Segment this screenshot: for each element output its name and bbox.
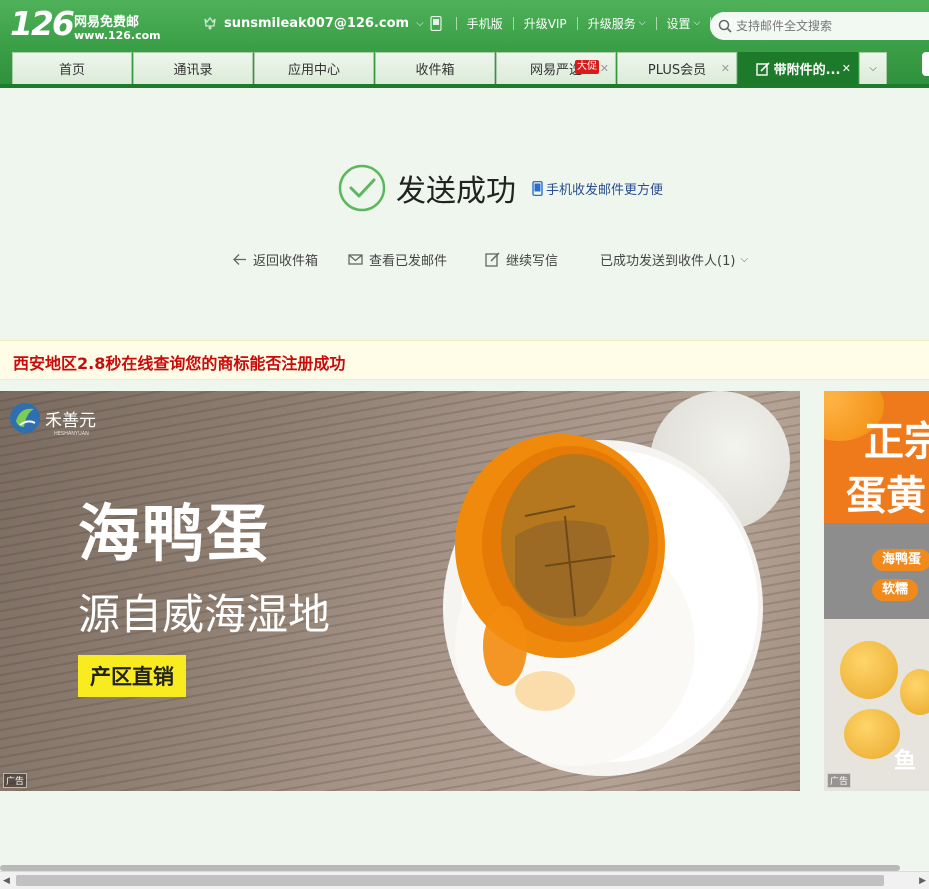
divider (576, 16, 578, 30)
close-icon[interactable]: ✕ (842, 62, 851, 75)
view-sent-label: 查看已发邮件 (369, 253, 448, 269)
edit-icon (485, 251, 500, 267)
phone-icon (532, 180, 543, 196)
logo-name: 网易免费邮 (74, 15, 140, 30)
tab-label: 带附件的... (773, 63, 841, 78)
logo[interactable]: 126 网易免费邮 www.126.com (10, 4, 161, 44)
divider (655, 16, 657, 30)
tab-label: PLUS会员 (647, 63, 707, 78)
promo-badge: 大促 (575, 60, 599, 74)
tab-contacts[interactable]: 通讯录 (133, 52, 253, 84)
tab-label: 收件箱 (415, 63, 455, 78)
search-icon[interactable] (718, 19, 732, 33)
tab-underline (0, 84, 929, 88)
upgrade-service-label: 升级服务 (587, 16, 636, 31)
ad-label: 广告 (3, 773, 28, 788)
tab-more-chevron-icon[interactable]: ⌵ (859, 52, 887, 84)
search-input[interactable] (736, 19, 926, 33)
tab-home[interactable]: 首页 (12, 52, 132, 84)
side-ad-brand: 鱼 (894, 748, 917, 774)
upgrade-vip-link[interactable]: 升级VIP (524, 15, 567, 32)
ad-tag: 产区直销 (78, 655, 186, 697)
text-ad-link[interactable]: 西安地区2.8秒在线查询您的商标能否注册成功 (13, 350, 345, 374)
back-to-inbox-label: 返回收件箱 (253, 253, 319, 269)
header-right-button[interactable] (922, 52, 929, 76)
mobile-mail-label: 手机收发邮件更方便 (546, 182, 664, 198)
close-icon[interactable]: ✕ (721, 62, 730, 75)
qr-phone-icon[interactable] (430, 15, 442, 31)
post-send-actions: 返回收件箱 查看已发邮件 继续写信 已成功发送到收件人(1) ⌵ (232, 248, 748, 270)
top-toolbar: sunsmileak007@126.com ⌵ 手机版 升级VIP 升级服务 ⌵… (202, 12, 790, 34)
ad-subline: 源自威海湿地 (78, 590, 331, 639)
brand-subtitle: HESHANYUAN (54, 431, 89, 437)
send-success-banner: 发送成功 手机收发邮件更方便 (338, 163, 663, 213)
account-chevron-down-icon[interactable]: ⌵ (416, 18, 424, 29)
envelope-icon (348, 253, 363, 265)
chevron-down-icon: ⌵ (740, 253, 749, 265)
brand-leaf-icon (10, 403, 40, 433)
settings-menu[interactable]: 设置 ⌵ (667, 15, 701, 32)
side-ad-pill: 软糯 (872, 579, 919, 601)
upgrade-service-menu[interactable]: 升级服务 ⌵ (588, 15, 646, 32)
arrow-left-icon (233, 253, 246, 265)
continue-writing-button[interactable]: 继续写信 (485, 250, 558, 269)
side-ad-pill: 海鸭蛋 (872, 549, 929, 571)
continue-writing-label: 继续写信 (506, 253, 559, 269)
tab-app-center[interactable]: 应用中心 (254, 52, 374, 84)
yolk-image (844, 709, 900, 759)
tab-bar: 首页 通讯录 应用中心 收件箱 网易严选 大促 ✕ PLUS会员 ✕ 带附件的.… (12, 52, 887, 84)
tab-label: 应用中心 (287, 63, 340, 78)
account-name[interactable]: sunsmileak007@126.com (224, 16, 409, 31)
mobile-version-link[interactable]: 手机版 (467, 15, 503, 32)
logo-number: 126 (10, 4, 75, 43)
mobile-mail-link[interactable]: 手机收发邮件更方便 (532, 179, 663, 198)
divider (455, 16, 457, 30)
brand-logo: 禾善元 HESHANYUAN (8, 401, 96, 437)
tab-inbox[interactable]: 收件箱 (375, 52, 495, 84)
success-title: 发送成功 (396, 174, 516, 209)
close-icon[interactable]: ✕ (600, 62, 609, 75)
chevron-down-icon: ⌵ (638, 18, 646, 28)
salted-egg-image (443, 434, 763, 776)
tab-label: 通讯录 (173, 63, 213, 78)
ad-headline: 海鸭蛋 (78, 497, 271, 570)
header-bar: 126 网易免费邮 www.126.com sunsmileak007@126.… (0, 0, 929, 88)
tab-yanxuan[interactable]: 网易严选 大促 ✕ (496, 52, 616, 84)
search-box[interactable] (710, 12, 929, 40)
text-ad-banner[interactable]: 西安地区2.8秒在线查询您的商标能否注册成功 (0, 340, 929, 380)
recipients-label: 已成功发送到收件人(1) (600, 253, 736, 269)
divider (512, 16, 514, 30)
brand-name: 禾善元 (45, 410, 96, 431)
tab-compose-active[interactable]: 带附件的... ✕ (738, 52, 858, 84)
compose-icon (755, 61, 770, 76)
user-level-icon[interactable] (202, 15, 218, 31)
chevron-down-icon: ⌵ (693, 18, 701, 28)
view-sent-button[interactable]: 查看已发邮件 (348, 250, 447, 269)
side-ad-headline: 正宗 (864, 419, 929, 465)
back-to-inbox-button[interactable]: 返回收件箱 (232, 250, 318, 269)
tab-plus-member[interactable]: PLUS会员 ✕ (617, 52, 737, 84)
duck-egg-ad-image[interactable]: 禾善元 HESHANYUAN 海鸭蛋 源自威海湿地 产区直销 广告 (0, 391, 800, 791)
recipients-dropdown[interactable]: 已成功发送到收件人(1) ⌵ (600, 250, 748, 269)
side-ad-headline-2: 蛋黄 (846, 473, 926, 519)
settings-label: 设置 (666, 16, 691, 31)
horizontal-scrollbar[interactable]: ◀ ▶ (0, 871, 929, 889)
tab-label: 首页 (58, 63, 85, 78)
side-ad-image[interactable]: 正宗 蛋黄 海鸭蛋 软糯 鱼 广告 (824, 391, 929, 791)
logo-url: www.126.com (74, 29, 161, 42)
yolk-image (840, 641, 898, 699)
success-check-icon (338, 164, 386, 212)
scrollbar-thumb[interactable] (16, 875, 884, 886)
ad-label: 广告 (827, 773, 852, 788)
scroll-left-arrow-icon[interactable]: ◀ (3, 876, 10, 886)
scroll-right-arrow-icon[interactable]: ▶ (919, 876, 926, 886)
